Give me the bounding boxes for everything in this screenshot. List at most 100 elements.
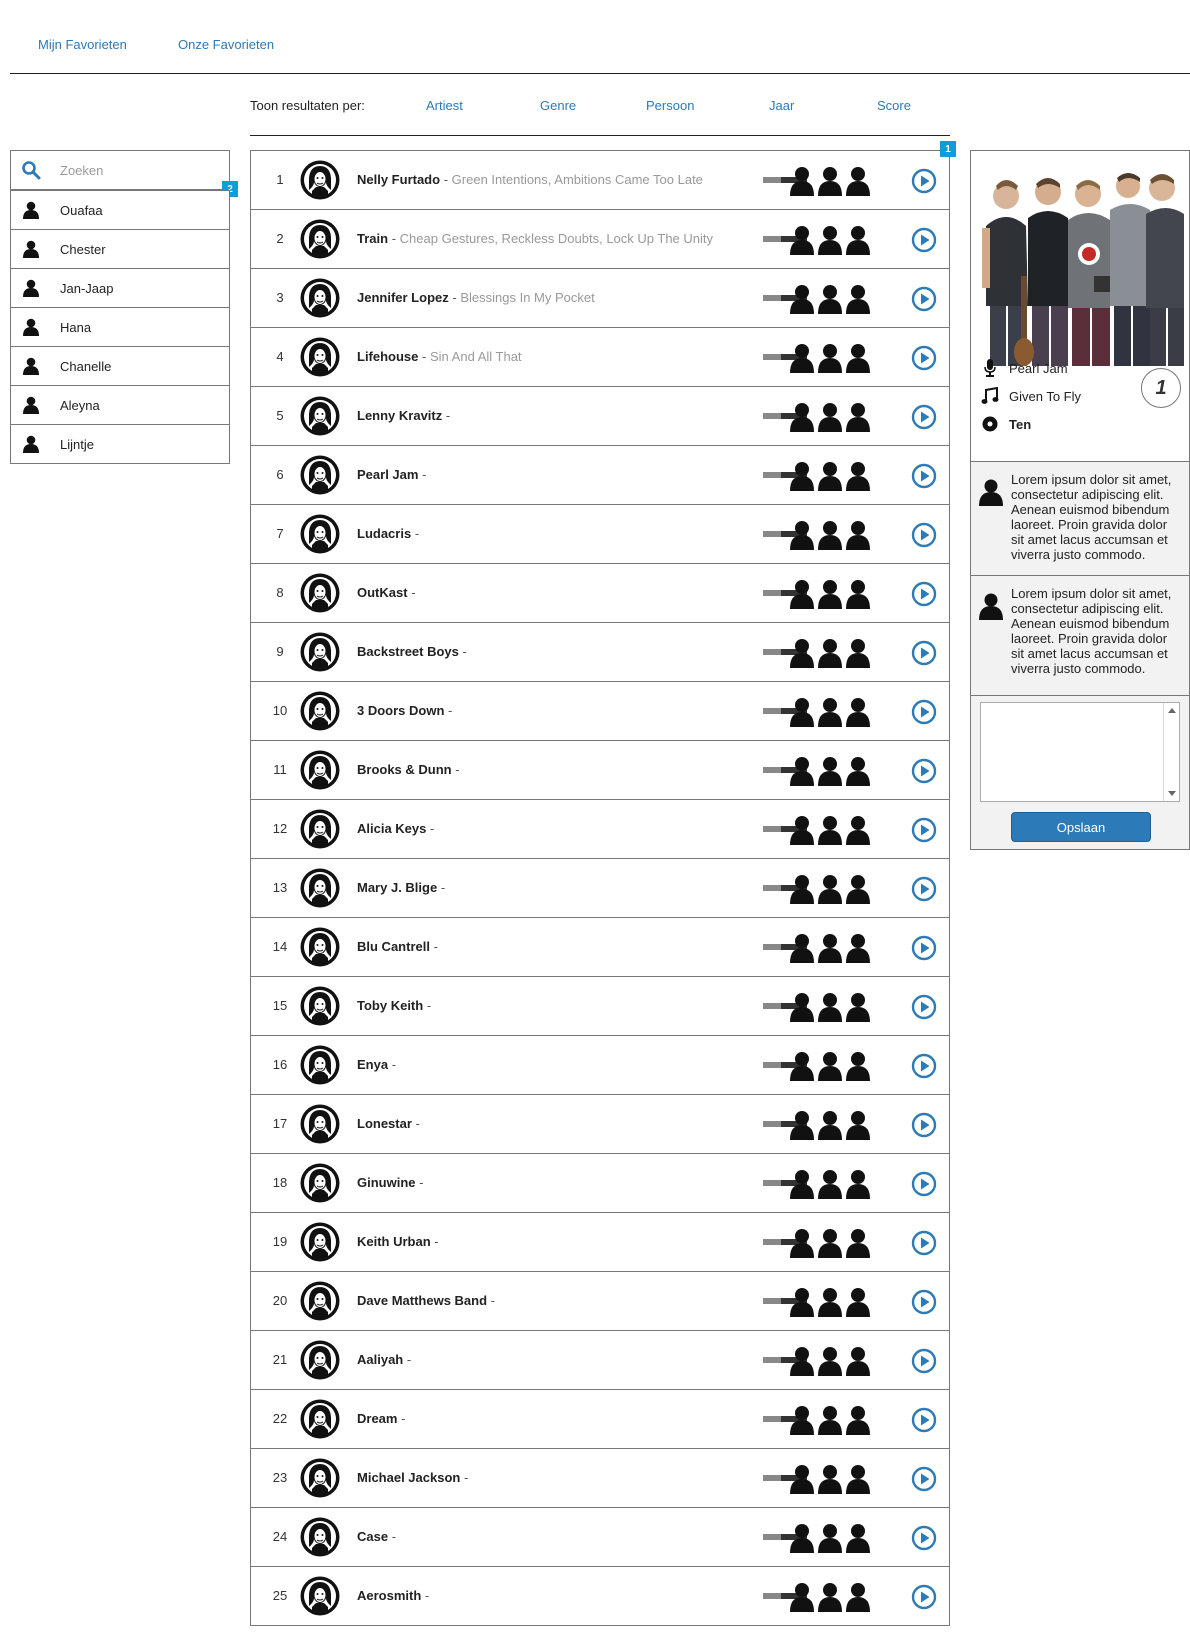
filter-artiest[interactable]: Artiest [426, 98, 463, 113]
list-row[interactable]: 11 Brooks & Dunn - [250, 740, 950, 800]
row-artist[interactable]: Enya [357, 1057, 388, 1072]
play-button[interactable] [911, 1053, 937, 1079]
list-row[interactable]: 14 Blu Cantrell - [250, 917, 950, 977]
list-row[interactable]: 6 Pearl Jam - [250, 445, 950, 505]
play-button[interactable] [911, 1230, 937, 1256]
list-row[interactable]: 4 Lifehouse - Sin And All That [250, 327, 950, 387]
comment-textarea[interactable] [980, 702, 1180, 802]
play-button[interactable] [911, 1348, 937, 1374]
list-row[interactable]: 23 Michael Jackson - [250, 1448, 950, 1508]
tab-onze-favorieten[interactable]: Onze Favorieten [178, 37, 274, 52]
row-artist[interactable]: Backstreet Boys [357, 644, 459, 659]
play-button[interactable] [911, 817, 937, 843]
search-input[interactable]: Zoeken [51, 163, 103, 178]
play-button[interactable] [911, 640, 937, 666]
row-artist[interactable]: Brooks & Dunn [357, 762, 452, 777]
textarea-scrollbar[interactable] [1163, 703, 1179, 801]
play-button[interactable] [911, 345, 937, 371]
row-artist[interactable]: Alicia Keys [357, 821, 426, 836]
row-songs[interactable]: Cheap Gestures, Reckless Doubts, Lock Up… [400, 231, 713, 246]
list-row[interactable]: 21 Aaliyah - [250, 1330, 950, 1390]
score-bar-fill [763, 531, 781, 537]
row-artist[interactable]: Nelly Furtado [357, 172, 440, 187]
play-circle-icon [911, 1053, 937, 1082]
list-row[interactable]: 17 Lonestar - [250, 1094, 950, 1154]
play-button[interactable] [911, 1289, 937, 1315]
play-button[interactable] [911, 522, 937, 548]
list-row[interactable]: 9 Backstreet Boys - [250, 622, 950, 682]
play-button[interactable] [911, 935, 937, 961]
list-row[interactable]: 15 Toby Keith - [250, 976, 950, 1036]
play-button[interactable] [911, 1407, 937, 1433]
list-row[interactable]: 10 3 Doors Down - [250, 681, 950, 741]
play-button[interactable] [911, 463, 937, 489]
tab-mijn-favorieten[interactable]: Mijn Favorieten [38, 37, 127, 52]
list-row[interactable]: 22 Dream - [250, 1389, 950, 1449]
row-artist[interactable]: Blu Cantrell [357, 939, 430, 954]
list-row[interactable]: 7 Ludacris - [250, 504, 950, 564]
list-row[interactable]: 2 Train - Cheap Gestures, Reckless Doubts… [250, 209, 950, 269]
list-row[interactable]: 24 Case - [250, 1507, 950, 1567]
row-artist[interactable]: Train [357, 231, 388, 246]
list-row[interactable]: 18 Ginuwine - [250, 1153, 950, 1213]
play-button[interactable] [911, 227, 937, 253]
play-button[interactable] [911, 758, 937, 784]
play-button[interactable] [911, 168, 937, 194]
row-artist[interactable]: Lenny Kravitz [357, 408, 442, 423]
list-row[interactable]: 16 Enya - [250, 1035, 950, 1095]
row-artist[interactable]: Pearl Jam [357, 467, 418, 482]
play-button[interactable] [911, 1466, 937, 1492]
row-artist[interactable]: Michael Jackson [357, 1470, 460, 1485]
row-songs[interactable]: Blessings In My Pocket [460, 290, 594, 305]
row-artist[interactable]: Keith Urban [357, 1234, 431, 1249]
play-button[interactable] [911, 1525, 937, 1551]
row-songs[interactable]: Green Intentions, Ambitions Came Too Lat… [452, 172, 703, 187]
play-button[interactable] [911, 876, 937, 902]
play-button[interactable] [911, 581, 937, 607]
list-row[interactable]: 25 Aerosmith - [250, 1566, 950, 1626]
save-button[interactable]: Opslaan [1011, 812, 1151, 842]
row-artist[interactable]: Dream [357, 1411, 397, 1426]
list-row[interactable]: 8 OutKast - [250, 563, 950, 623]
list-row[interactable]: 20 Dave Matthews Band - [250, 1271, 950, 1331]
row-artist[interactable]: Ludacris [357, 526, 411, 541]
play-button[interactable] [911, 1584, 937, 1610]
row-artist[interactable]: Lonestar [357, 1116, 412, 1131]
list-row[interactable]: 19 Keith Urban - [250, 1212, 950, 1272]
list-row[interactable]: 13 Mary J. Blige - [250, 858, 950, 918]
list-row[interactable]: 12 Alicia Keys - [250, 799, 950, 859]
sidebar-user-item[interactable]: Lijntje [10, 424, 230, 464]
list-row[interactable]: 3 Jennifer Lopez - Blessings In My Pocket [250, 268, 950, 328]
sidebar-user-item[interactable]: Hana [10, 307, 230, 347]
list-row[interactable]: 5 Lenny Kravitz - [250, 386, 950, 446]
row-artist[interactable]: OutKast [357, 585, 408, 600]
filter-persoon[interactable]: Persoon [646, 98, 694, 113]
row-artist[interactable]: 3 Doors Down [357, 703, 444, 718]
play-button[interactable] [911, 286, 937, 312]
row-songs[interactable]: Sin And All That [430, 349, 522, 364]
row-artist[interactable]: Dave Matthews Band [357, 1293, 487, 1308]
play-button[interactable] [911, 1171, 937, 1197]
row-artist[interactable]: Aaliyah [357, 1352, 403, 1367]
row-artist[interactable]: Lifehouse [357, 349, 418, 364]
sidebar-user-item[interactable]: Aleyna [10, 385, 230, 425]
filter-genre[interactable]: Genre [540, 98, 576, 113]
filter-score[interactable]: Score [877, 98, 911, 113]
row-artist[interactable]: Aerosmith [357, 1588, 421, 1603]
play-button[interactable] [911, 404, 937, 430]
play-button[interactable] [911, 1112, 937, 1138]
row-artist[interactable]: Jennifer Lopez [357, 290, 449, 305]
row-artist[interactable]: Mary J. Blige [357, 880, 437, 895]
sidebar-user-item[interactable]: Chanelle [10, 346, 230, 386]
row-artist[interactable]: Ginuwine [357, 1175, 416, 1190]
search-box[interactable]: Zoeken 2 [10, 150, 238, 197]
sidebar-user-item[interactable]: Jan-Jaap [10, 268, 230, 308]
row-artist[interactable]: Case [357, 1529, 388, 1544]
sidebar-user-item[interactable]: Chester [10, 229, 230, 269]
sidebar-user-item[interactable]: Ouafaa [10, 190, 230, 230]
list-row[interactable]: 1 Nelly Furtado - Green Intentions, Ambit… [250, 150, 950, 210]
play-button[interactable] [911, 699, 937, 725]
row-artist[interactable]: Toby Keith [357, 998, 423, 1013]
play-button[interactable] [911, 994, 937, 1020]
filter-jaar[interactable]: Jaar [769, 98, 794, 113]
